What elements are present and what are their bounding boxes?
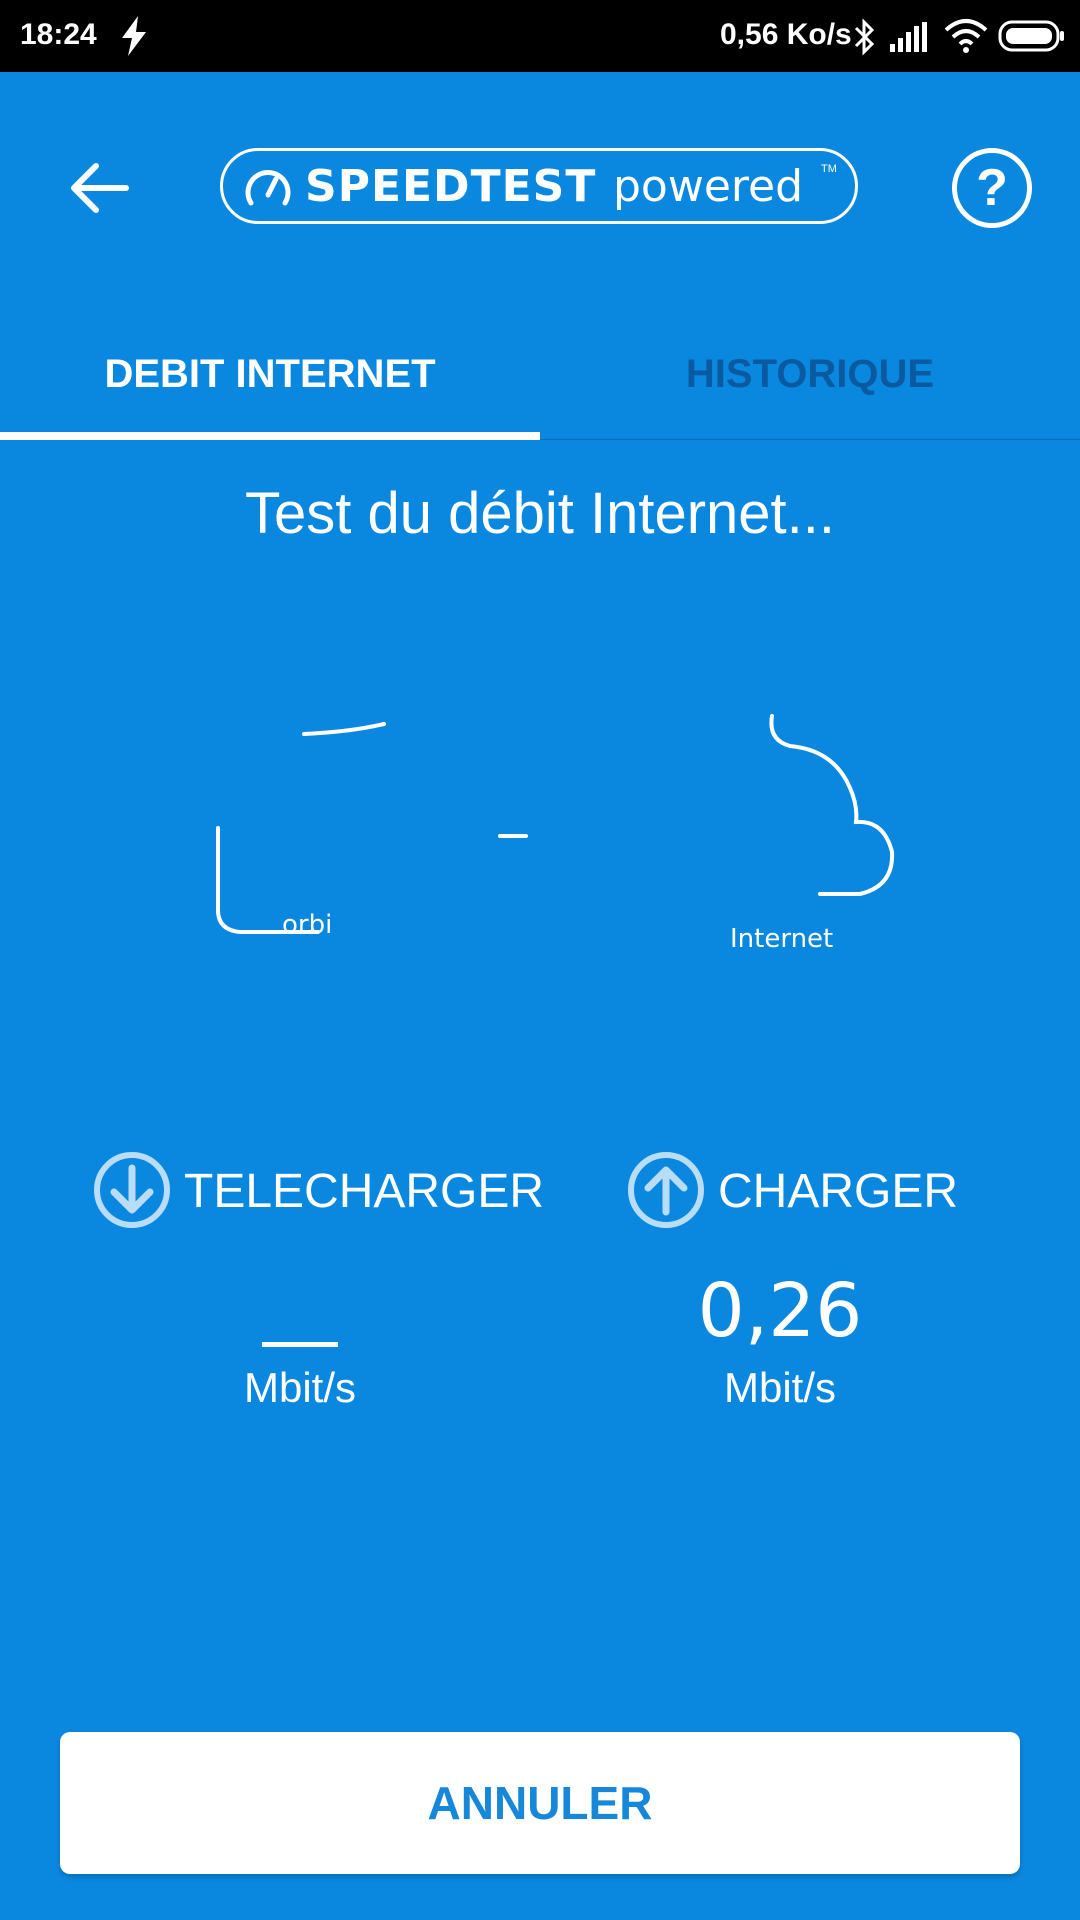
status-time: 18:24 (20, 18, 97, 51)
tab-bar: DEBIT INTERNET HISTORIQUE (0, 330, 1080, 440)
upload-arrow-icon (628, 1152, 704, 1228)
cancel-button[interactable]: ANNULER (60, 1732, 1020, 1874)
bluetooth-icon (854, 18, 875, 56)
gauge-icon (245, 170, 291, 206)
wifi-icon (944, 19, 988, 53)
active-tab-indicator (0, 432, 540, 440)
tab-historique[interactable]: HISTORIQUE (540, 330, 1080, 440)
logo-strong-text: SPEEDTEST (305, 161, 597, 212)
charging-bolt-icon (122, 16, 146, 56)
download-unit: Mbit/s (243, 1364, 356, 1411)
download-placeholder-dash (262, 1342, 338, 1347)
help-button[interactable]: ? (952, 148, 1032, 228)
tab-debit-internet[interactable]: DEBIT INTERNET (0, 330, 540, 440)
question-icon: ? (976, 159, 1008, 217)
status-network-speed: 0,56 Ko/s (720, 18, 852, 51)
upload-unit: Mbit/s (723, 1364, 836, 1411)
battery-icon (998, 20, 1064, 52)
speedtest-screen: SPEEDTEST powered TM ? DEBIT INTERNET HI… (0, 72, 1080, 1920)
download-title: TELECHARGER (184, 1165, 545, 1218)
status-bar: 18:24 0,56 Ko/s (0, 0, 1080, 72)
router-label: orbi (282, 910, 333, 940)
upload-title: CHARGER (718, 1165, 959, 1218)
back-arrow-icon[interactable] (66, 158, 136, 218)
connection-diagram: orbi Internet (0, 702, 1080, 1042)
cloud-label: Internet (730, 924, 834, 954)
logo-trademark: TM (821, 163, 837, 175)
router-outline (302, 722, 386, 736)
tab-label: HISTORIQUE (685, 352, 935, 396)
upload-value: 0,26 (697, 1268, 863, 1354)
diagram-graphic (216, 714, 895, 934)
speedtest-logo: SPEEDTEST powered TM (220, 148, 858, 224)
page-title: Test du débit Internet... (244, 481, 836, 546)
cancel-button-label: ANNULER (427, 1777, 653, 1829)
download-arrow-icon (94, 1152, 170, 1228)
logo-light-text: powered (613, 161, 804, 212)
cloud-outline (769, 714, 895, 896)
tab-label: DEBIT INTERNET (104, 352, 436, 396)
signal-icon (890, 22, 927, 52)
